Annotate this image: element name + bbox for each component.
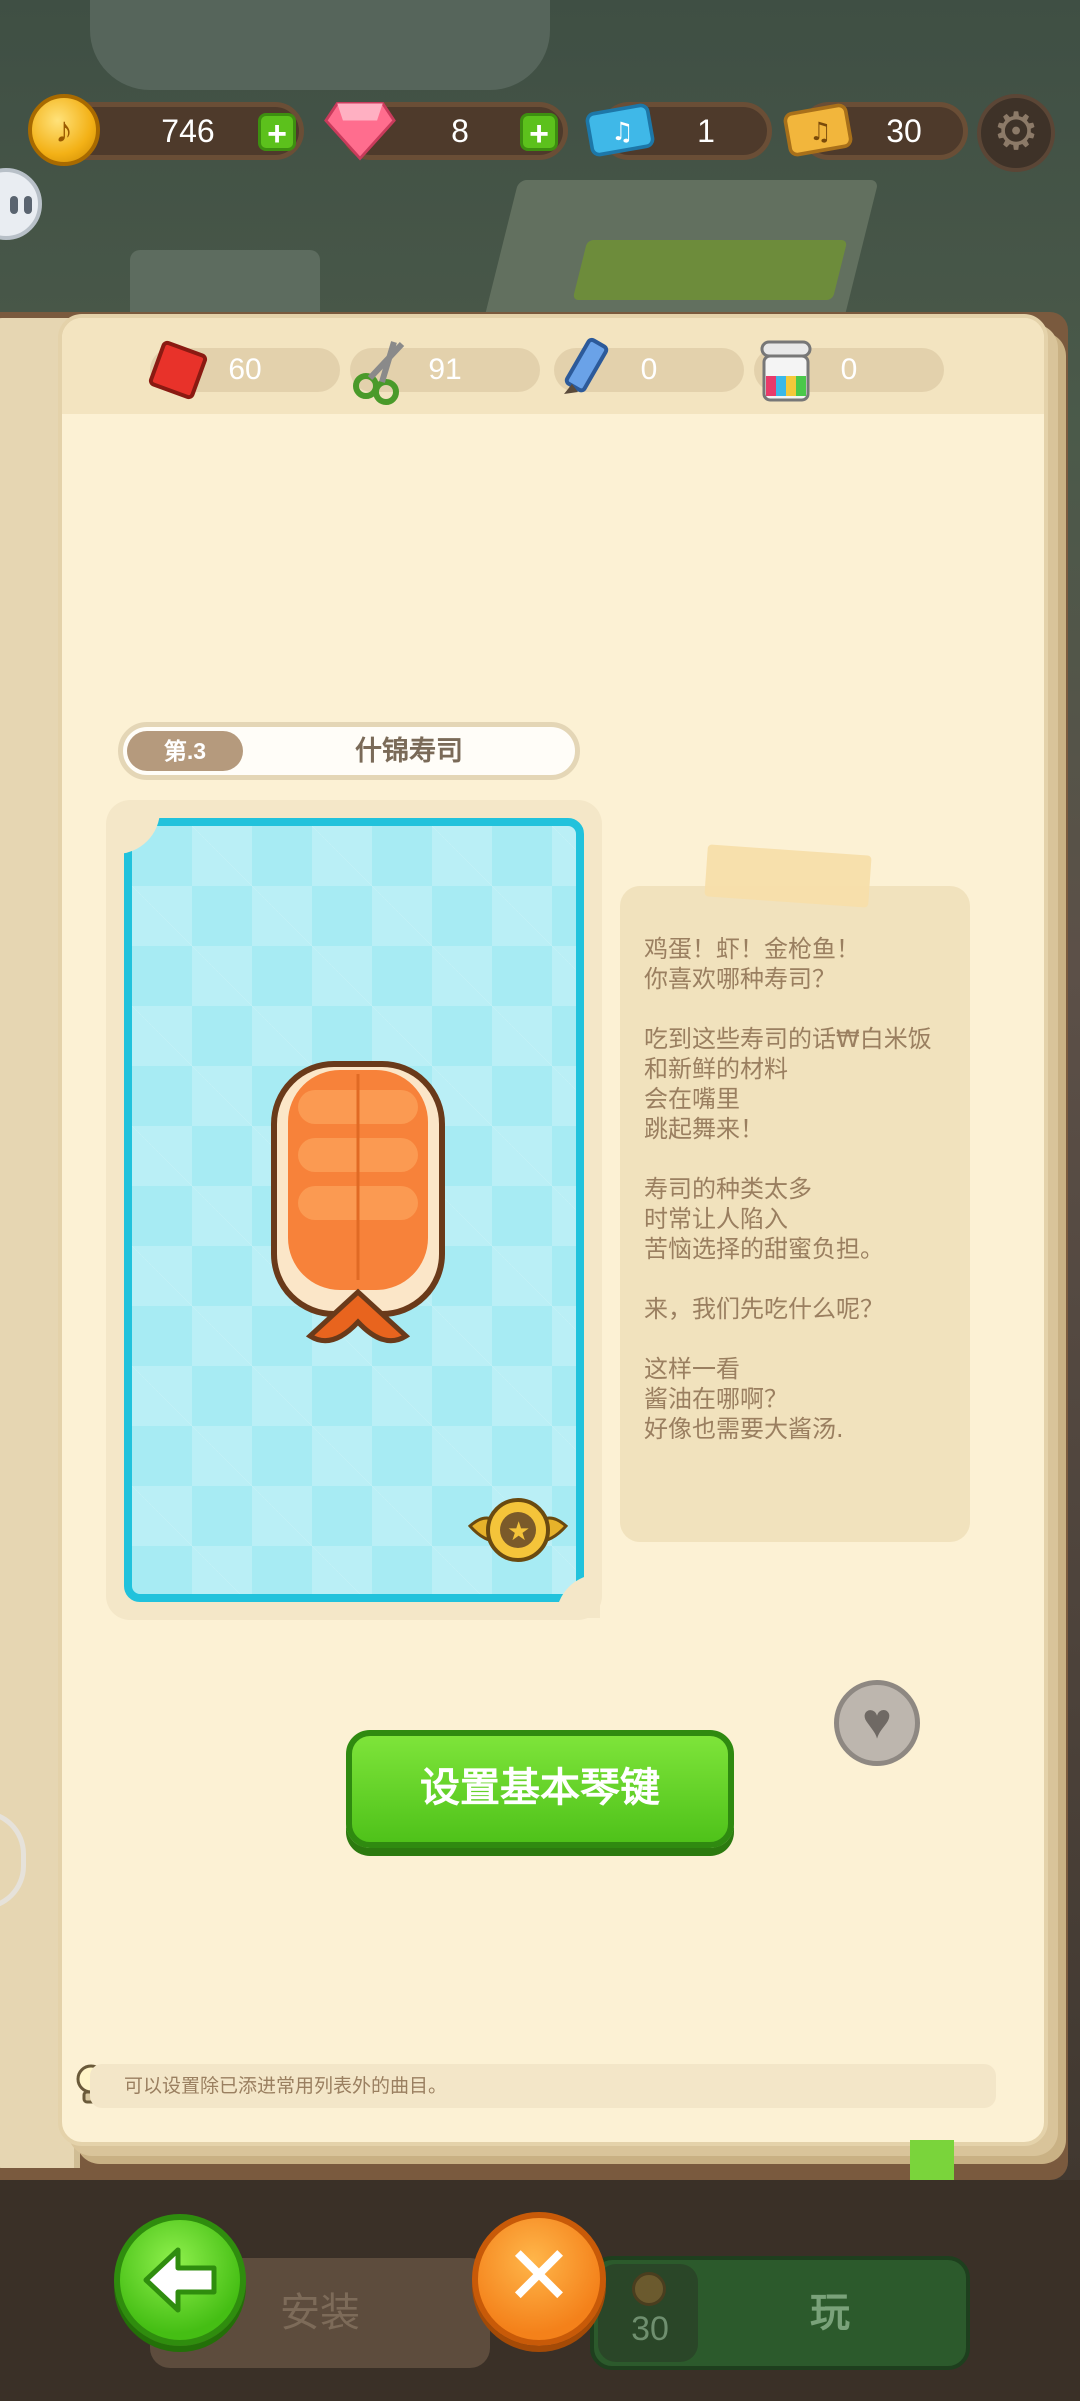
- background-cloud: [90, 0, 550, 90]
- add-gems-button[interactable]: +: [520, 113, 558, 152]
- shrimp-sushi-icon: [271, 1061, 445, 1344]
- music-ticket-icon: ♫: [584, 94, 656, 166]
- svg-text:★: ★: [507, 1517, 530, 1547]
- svg-text:♫: ♫: [809, 117, 832, 146]
- svg-text:♫: ♫: [611, 117, 634, 146]
- set-default-keys-button[interactable]: 设置基本琴键: [346, 1730, 734, 1848]
- play-coin-icon: [632, 2272, 666, 2306]
- pencil-icon: [550, 336, 622, 406]
- description-paragraph: 这样一看 酱油在哪啊？ 好像也需要大酱汤.: [644, 1355, 844, 1443]
- description-paragraph: 寿司的种类太多 时常让人陷入 苦恼选择的甜蜜负担。: [644, 1175, 884, 1263]
- song-card[interactable]: ★: [124, 818, 584, 1602]
- favorite-heart-button[interactable]: ♥: [834, 1680, 920, 1766]
- close-button[interactable]: ✕: [472, 2212, 606, 2346]
- song-description: 鸡蛋！虾！金枪鱼！ 你喜欢哪种寿司？ 吃到这些寿司的话₩白米饭 和新鲜的材料 会…: [644, 934, 974, 1474]
- coin-icon: ♪: [28, 94, 100, 166]
- gem-icon: [324, 94, 396, 166]
- gold-medal-icon: ★: [468, 1498, 568, 1562]
- stage-title: 什锦寿司: [355, 736, 463, 766]
- red-paper-icon: [144, 336, 216, 406]
- back-button[interactable]: [114, 2214, 246, 2346]
- paint-jar-icon: [756, 336, 828, 406]
- resource-value: 0: [640, 353, 658, 386]
- resource-value: 60: [228, 353, 262, 386]
- background-grass: [572, 240, 848, 300]
- description-paragraph: 来，我们先吃什么呢？: [644, 1295, 884, 1323]
- description-paragraph: 吃到这些寿司的话₩白米饭 和新鲜的材料 会在嘴里 跳起舞来！: [644, 1025, 932, 1143]
- description-paragraph: 鸡蛋！虾！金枪鱼！ 你喜欢哪种寿司？: [644, 935, 860, 993]
- gold-ticket-icon: ♫: [782, 94, 854, 166]
- close-icon: ✕: [504, 2231, 574, 2322]
- arrow-left-icon: [143, 2247, 217, 2313]
- resource-value: 91: [428, 353, 462, 386]
- hint-text: 可以设置除已添进常用列表外的曲目。: [90, 2064, 996, 2108]
- add-coins-button[interactable]: +: [258, 113, 296, 152]
- resource-value: 0: [840, 353, 858, 386]
- scissors-icon: [346, 336, 418, 406]
- play-label: 玩: [810, 2291, 850, 2335]
- stage-number-tag: 第.3: [127, 731, 243, 771]
- play-cost-value: 30: [631, 2310, 669, 2348]
- settings-gear-icon[interactable]: ⚙: [977, 94, 1055, 172]
- stage-title-pill: 第.3 什锦寿司: [118, 722, 580, 780]
